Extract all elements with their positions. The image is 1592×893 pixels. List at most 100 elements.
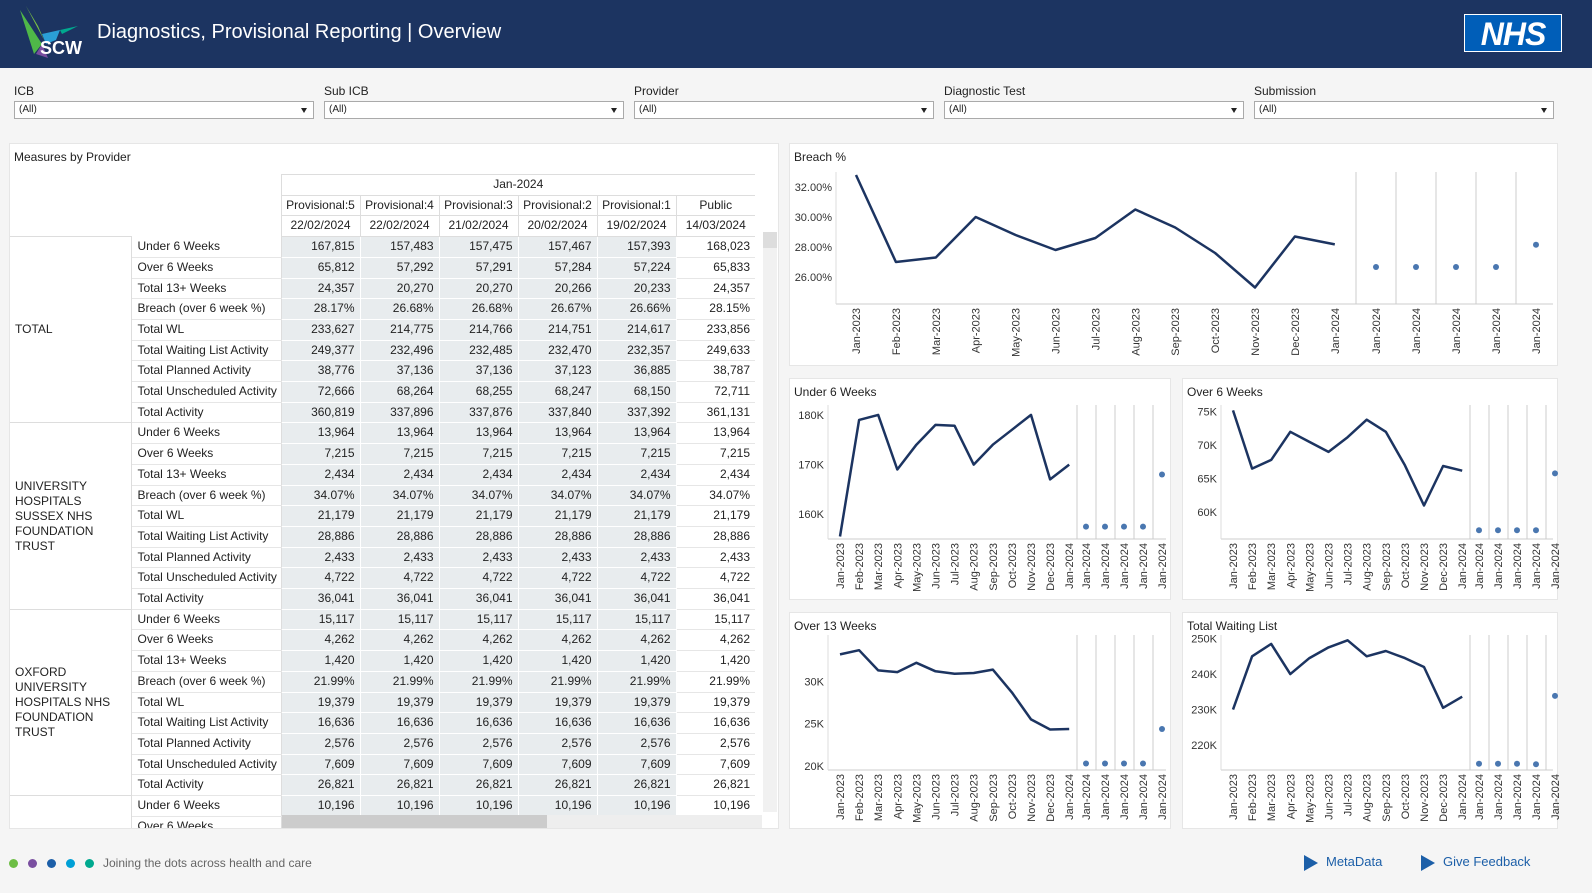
x-tick-label: Apr-2023 <box>1285 543 1297 588</box>
measure-name: Total 13+ Weeks <box>131 464 282 486</box>
measure-value: 13,964 <box>597 422 677 445</box>
x-tick-label: Jan-2024 <box>1491 308 1503 354</box>
measure-value: 157,483 <box>360 236 440 258</box>
metadata-label: MetaData <box>1326 854 1383 869</box>
measure-name: Under 6 Weeks <box>131 422 282 445</box>
measure-value: 28.17% <box>281 298 361 320</box>
x-tick-label: Jul-2023 <box>1090 308 1102 350</box>
x-tick-label: Sep-2023 <box>988 543 1000 591</box>
column-header: Provisional:4 <box>359 195 439 217</box>
table-row[interactable]: Under 6 Weeks 10,196 10,196 10,196 10,196 10,… <box>10 795 755 828</box>
measure-value: 68,150 <box>597 381 677 403</box>
sub-icb-dropdown[interactable]: (All) <box>324 101 624 119</box>
provisional-point <box>1102 523 1108 530</box>
measure-value: 15,117 <box>360 609 440 631</box>
x-tick-label: Jan-2024 <box>1100 774 1112 820</box>
provisional-point <box>1121 523 1127 530</box>
table-row[interactable]: TOTAL Under 6 Weeks 167,815 157,483 157,475 1… <box>10 236 755 423</box>
measure-value: 20,233 <box>597 278 677 300</box>
x-tick-label: Feb-2023 <box>1247 774 1259 821</box>
measure-value: 232,470 <box>518 340 598 362</box>
vertical-scroll-thumb[interactable] <box>763 232 777 248</box>
provider-name: TOTAL <box>10 236 132 423</box>
provisional-point <box>1495 527 1501 534</box>
filter-diagnostic-test: Diagnostic Test (All) <box>944 84 1244 119</box>
x-tick-label: Oct-2023 <box>1007 774 1019 819</box>
x-tick-label: Jan-2024 <box>1100 543 1112 589</box>
icb-dropdown[interactable]: (All) <box>14 101 314 119</box>
measure-value: 26,821 <box>597 774 677 797</box>
measure-value: 34.07% <box>597 485 677 507</box>
x-tick-label: Feb-2023 <box>854 774 866 821</box>
measure-value: 15,117 <box>518 609 598 631</box>
footer-dot <box>9 859 18 868</box>
x-tick-label: Jan-2024 <box>1474 774 1486 820</box>
filter-submission: Submission (All) <box>1254 84 1554 119</box>
provisional-point <box>1495 760 1501 767</box>
measure-name: Under 6 Weeks <box>131 236 282 258</box>
table-row[interactable]: OXFORD UNIVERSITY HOSPITALS NHS FOUNDATI… <box>10 608 755 796</box>
measure-value: 21,179 <box>360 505 440 527</box>
measure-value: 16,636 <box>518 712 598 734</box>
x-tick-label: Jan-2024 <box>1064 543 1076 589</box>
measure-value: 233,856 <box>676 319 755 341</box>
submission-dropdown[interactable]: (All) <box>1254 101 1554 119</box>
measure-value: 19,379 <box>518 692 598 714</box>
measure-value: 7,609 <box>597 754 677 776</box>
x-tick-label: Jan-2024 <box>1457 543 1469 589</box>
measure-value: 1,420 <box>439 650 519 672</box>
corner-cell <box>10 175 281 196</box>
series-line <box>838 413 1070 537</box>
x-tick-label: Jan-2024 <box>1512 543 1524 589</box>
vertical-scrollbar[interactable] <box>763 232 777 812</box>
x-tick-label: Jul-2023 <box>1343 774 1355 816</box>
x-tick-label: Aug-2023 <box>1362 774 1374 822</box>
measure-value: 232,485 <box>439 340 519 362</box>
table-row[interactable]: UNIVERSITY HOSPITALS SUSSEX NHS FOUNDATI… <box>10 422 755 610</box>
measure-value: 214,775 <box>360 319 440 341</box>
measure-value: 34.07% <box>676 485 755 507</box>
total-waiting-list-chart: 250K 240K 230K 220K Jan-2023 Feb-2023 Mar-2023… <box>1191 634 1559 823</box>
x-tick-label: Aug-2023 <box>1130 308 1142 356</box>
horizontal-scroll-thumb[interactable] <box>282 815 547 828</box>
measure-value: 26,821 <box>360 774 440 797</box>
measure-value: 7,215 <box>281 443 361 465</box>
x-tick-label: May-2023 <box>911 543 923 592</box>
metadata-link[interactable]: MetaData <box>1304 854 1382 871</box>
measure-value: 337,876 <box>439 402 519 424</box>
provisional-point <box>1083 760 1089 767</box>
x-tick-label: Mar-2023 <box>873 774 885 821</box>
measure-value: 7,215 <box>597 443 677 465</box>
series-line <box>839 648 1070 731</box>
x-tick-label: Dec-2023 <box>1438 543 1450 591</box>
provisional-point <box>1121 760 1127 767</box>
measure-value: 21.99% <box>439 671 519 693</box>
x-tick-label: Feb-2023 <box>891 308 903 355</box>
provisional-point <box>1533 527 1539 534</box>
measure-value: 65,833 <box>676 257 755 279</box>
y-tick-label: 65K <box>1197 474 1217 486</box>
column-header: Public <box>675 195 755 217</box>
provisional-point <box>1514 527 1520 534</box>
period-header: Jan-2024 <box>280 174 755 196</box>
measure-value: 2,433 <box>518 547 598 569</box>
measure-value: 1,420 <box>360 650 440 672</box>
give-feedback-link[interactable]: Give Feedback <box>1421 854 1530 871</box>
provisional-point <box>1140 760 1146 767</box>
measure-name: Total Planned Activity <box>131 547 282 569</box>
measure-value: 2,433 <box>281 547 361 569</box>
measure-value: 36,041 <box>518 588 598 610</box>
diagnostic-test-dropdown[interactable]: (All) <box>944 101 1244 119</box>
over-13-weeks-chart: 30K 25K 20K Jan-2023 Feb-2023 Mar-2023 Apr-202… <box>804 635 1169 823</box>
provider-dropdown[interactable]: (All) <box>634 101 934 119</box>
measure-value: 72,711 <box>676 381 755 403</box>
measure-name: Total Waiting List Activity <box>131 340 282 362</box>
over-6-weeks-chart-panel: Over 6 Weeks 75K 70K 65K 60K Jan-2023 Feb-202… <box>1182 378 1559 600</box>
measure-value: 37,123 <box>518 360 598 383</box>
measure-name: Total Unscheduled Activity <box>131 754 282 776</box>
x-tick-label: Jan-2024 <box>1550 774 1559 820</box>
measure-value: 2,434 <box>597 464 677 486</box>
measure-value: 68,264 <box>360 381 440 403</box>
x-tick-label: Dec-2023 <box>1438 774 1450 822</box>
x-tick-label: Dec-2023 <box>1045 543 1057 591</box>
